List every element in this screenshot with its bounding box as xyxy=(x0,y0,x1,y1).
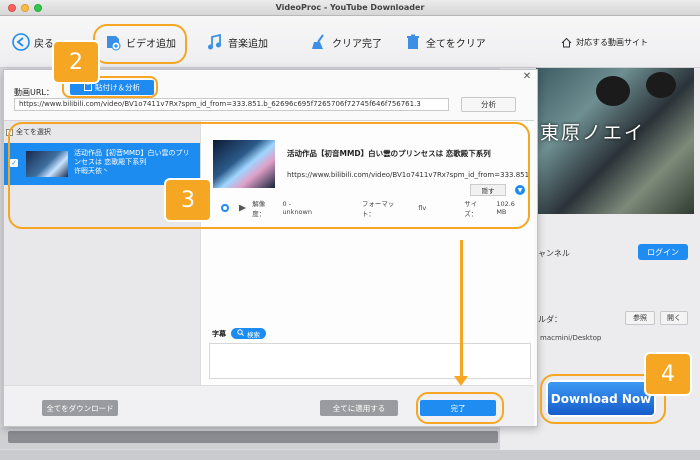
analyze-button[interactable]: 分析 xyxy=(461,97,516,112)
download-all-button[interactable]: 全てをダウンロード xyxy=(42,400,118,416)
clear-all-label: 全てをクリア xyxy=(426,38,486,50)
back-label: 戻る xyxy=(34,38,54,50)
callout-ring-item xyxy=(8,122,530,229)
video-url-label: 動画URL： xyxy=(14,88,54,97)
step-badge-4: 4 xyxy=(646,354,690,394)
home-icon xyxy=(560,36,572,48)
clear-all-button[interactable]: 全てをクリア xyxy=(404,30,486,54)
apply-all-button[interactable]: 全てに適用する xyxy=(320,400,398,416)
trash-icon xyxy=(404,33,422,51)
preview-overlay-text: 東原ノエイ xyxy=(540,122,646,144)
step-badge-3: 3 xyxy=(166,180,210,220)
scrollbar-thumb[interactable] xyxy=(8,431,498,443)
open-folder-button[interactable]: 開く xyxy=(660,311,688,325)
subtitle-row: 字幕 検索 xyxy=(212,328,266,339)
subtitle-search-label: 検索 xyxy=(247,330,260,339)
horizontal-scrollbar[interactable] xyxy=(0,427,500,449)
output-folder-label: ルダ： xyxy=(538,315,562,324)
subtitle-list-box[interactable] xyxy=(209,343,531,379)
supported-sites-label: 対応する動画サイト xyxy=(576,37,648,47)
login-button[interactable]: ログイン xyxy=(638,244,688,260)
add-music-icon xyxy=(206,33,224,51)
subtitle-label: 字幕 xyxy=(212,329,226,338)
output-path: macmini/Desktop xyxy=(540,334,602,342)
browse-button[interactable]: 参照 xyxy=(625,311,655,325)
callout-ring-add-video xyxy=(93,24,187,64)
arrow-head xyxy=(454,376,468,386)
back-button[interactable]: 戻る xyxy=(12,30,54,54)
subtitle-search-button[interactable]: 検索 xyxy=(231,328,266,339)
video-url-input[interactable]: https://www.bilibili.com/video/BV1o7411v… xyxy=(14,98,449,111)
dialog-close-icon[interactable]: ✕ xyxy=(522,71,532,82)
video-preview-thumbnail: 東原ノエイ xyxy=(536,68,694,214)
channel-label: ャンネル xyxy=(538,249,570,258)
title-bar: VideoProc - YouTube Downloader xyxy=(0,0,700,16)
arrow-connector xyxy=(460,240,463,380)
callout-ring-done xyxy=(416,392,504,424)
clear-done-label: クリア完了 xyxy=(332,38,382,50)
search-icon xyxy=(237,329,244,338)
broom-icon xyxy=(310,33,328,51)
add-music-label: 音楽追加 xyxy=(228,38,268,50)
back-arrow-icon xyxy=(12,33,30,51)
add-music-button[interactable]: 音楽追加 xyxy=(206,30,268,54)
supported-sites-link[interactable]: 対応する動画サイト xyxy=(560,30,648,54)
step-badge-2: 2 xyxy=(54,42,98,82)
window-title: VideoProc - YouTube Downloader xyxy=(275,3,425,12)
clear-done-button[interactable]: クリア完了 xyxy=(310,30,382,54)
